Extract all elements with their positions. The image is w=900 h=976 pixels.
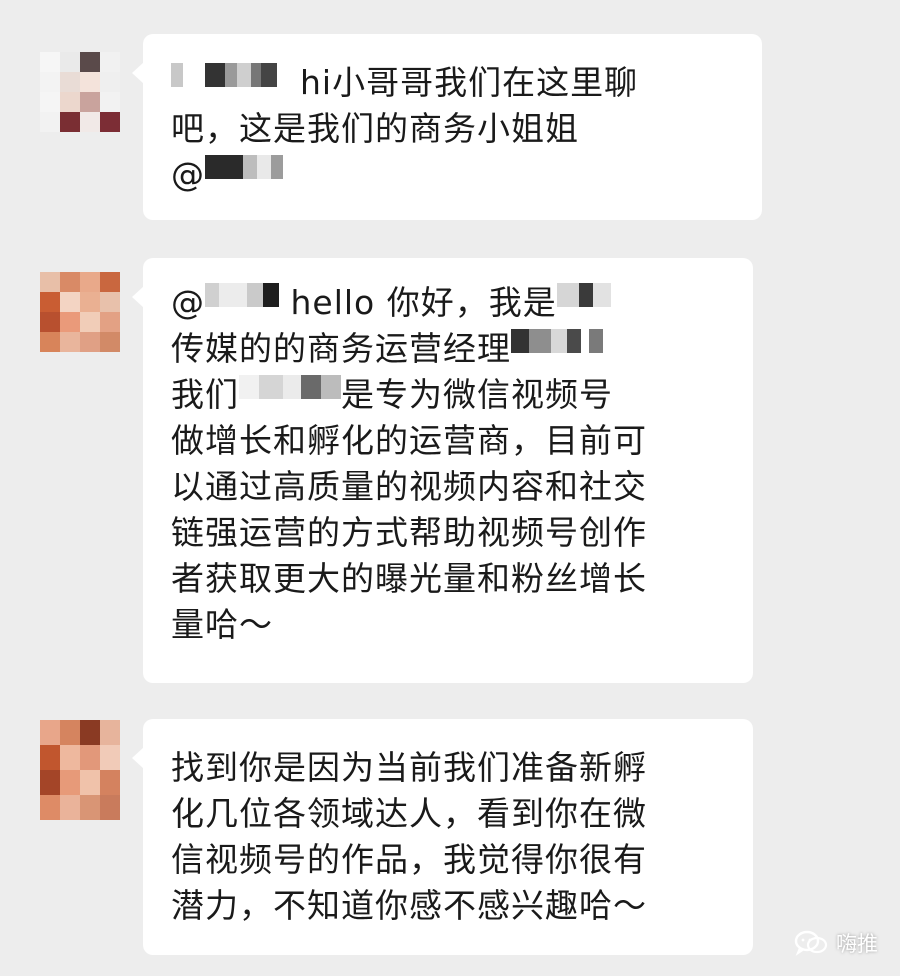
- redacted-company: [556, 283, 611, 307]
- redacted-name: [511, 329, 603, 353]
- message-bubble: hi小哥哥我们在这里聊 吧，这是我们的商务小姐姐 @: [132, 34, 762, 220]
- redacted-name: [171, 63, 277, 87]
- watermark-label: 嗨推: [836, 932, 878, 956]
- message-bubble: @ hello 你好，我是 传媒的的商务运营经理 我们 是专为微信视频号 做增长和…: [132, 258, 753, 683]
- message-text: @ hello 你好，我是 传媒的的商务运营经理 我们 是专为微信视频号 做增长和…: [171, 283, 647, 644]
- watermark: 嗨推: [794, 928, 878, 958]
- redacted-mention: [205, 283, 279, 307]
- wechat-icon: [794, 930, 828, 956]
- message-text: 找到你是因为当前我们准备新孵 化几位各领域达人，看到你在微 信视频号的作品，我觉…: [171, 748, 647, 925]
- avatar[interactable]: [40, 272, 120, 352]
- message-text: hi小哥哥我们在这里聊 吧，这是我们的商务小姐姐 @: [171, 63, 639, 194]
- avatar[interactable]: [40, 52, 120, 132]
- redacted-mention: [205, 155, 283, 179]
- message-bubble: 找到你是因为当前我们准备新孵 化几位各领域达人，看到你在微 信视频号的作品，我觉…: [132, 719, 753, 955]
- avatar[interactable]: [40, 720, 120, 820]
- redacted-company: [239, 375, 341, 399]
